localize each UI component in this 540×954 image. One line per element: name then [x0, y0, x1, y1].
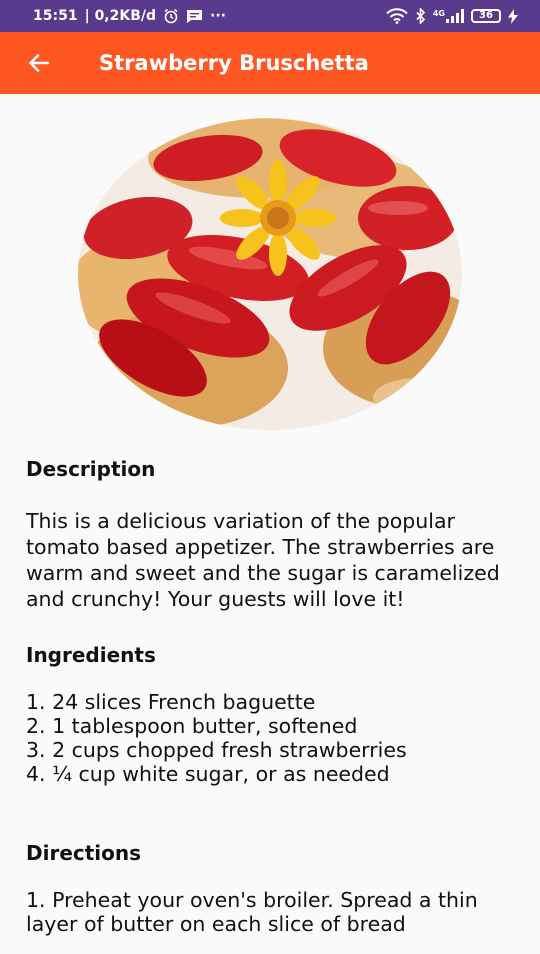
recipe-content: Description This is a delicious variatio…	[26, 454, 526, 936]
charging-icon	[508, 8, 518, 24]
ingredient-item: 4. ¼ cup white sugar, or as needed	[26, 762, 390, 786]
status-time: 15:51	[33, 8, 78, 24]
description-heading: Description	[26, 457, 156, 481]
description-text: This is a delicious variation of the pop…	[26, 509, 500, 611]
bluetooth-icon	[415, 8, 426, 24]
status-bar: 15:51 | 0,2KB/d ··· 4G 36	[0, 0, 540, 32]
more-notifications: ···	[210, 8, 226, 24]
ingredient-item: 3. 2 cups chopped fresh strawberries	[26, 738, 407, 762]
back-button[interactable]	[14, 38, 64, 88]
wifi-icon	[386, 8, 408, 24]
page-title: Strawberry Bruschetta	[99, 51, 369, 75]
battery-icon: 36	[471, 9, 501, 23]
ingredient-item: 1. 24 slices French baguette	[26, 690, 316, 714]
network-speed: | 0,2KB/d	[84, 8, 157, 24]
app-bar: Strawberry Bruschetta	[0, 32, 540, 94]
directions-text: 1. Preheat your oven's broiler. Spread a…	[26, 888, 478, 936]
ingredients-heading: Ingredients	[26, 643, 156, 667]
signal-icon: 4G	[433, 9, 464, 23]
directions-heading: Directions	[26, 841, 142, 865]
network-type: 4G	[432, 9, 445, 18]
recipe-image	[78, 118, 462, 430]
ingredients-list: 1. 24 slices French baguette 2. 1 tables…	[26, 690, 526, 786]
ingredient-item: 2. 1 tablespoon butter, softened	[26, 714, 358, 738]
alarm-icon	[163, 8, 179, 24]
arrow-back-icon	[27, 51, 51, 75]
battery-level: 36	[479, 10, 493, 21]
message-icon	[186, 9, 203, 24]
